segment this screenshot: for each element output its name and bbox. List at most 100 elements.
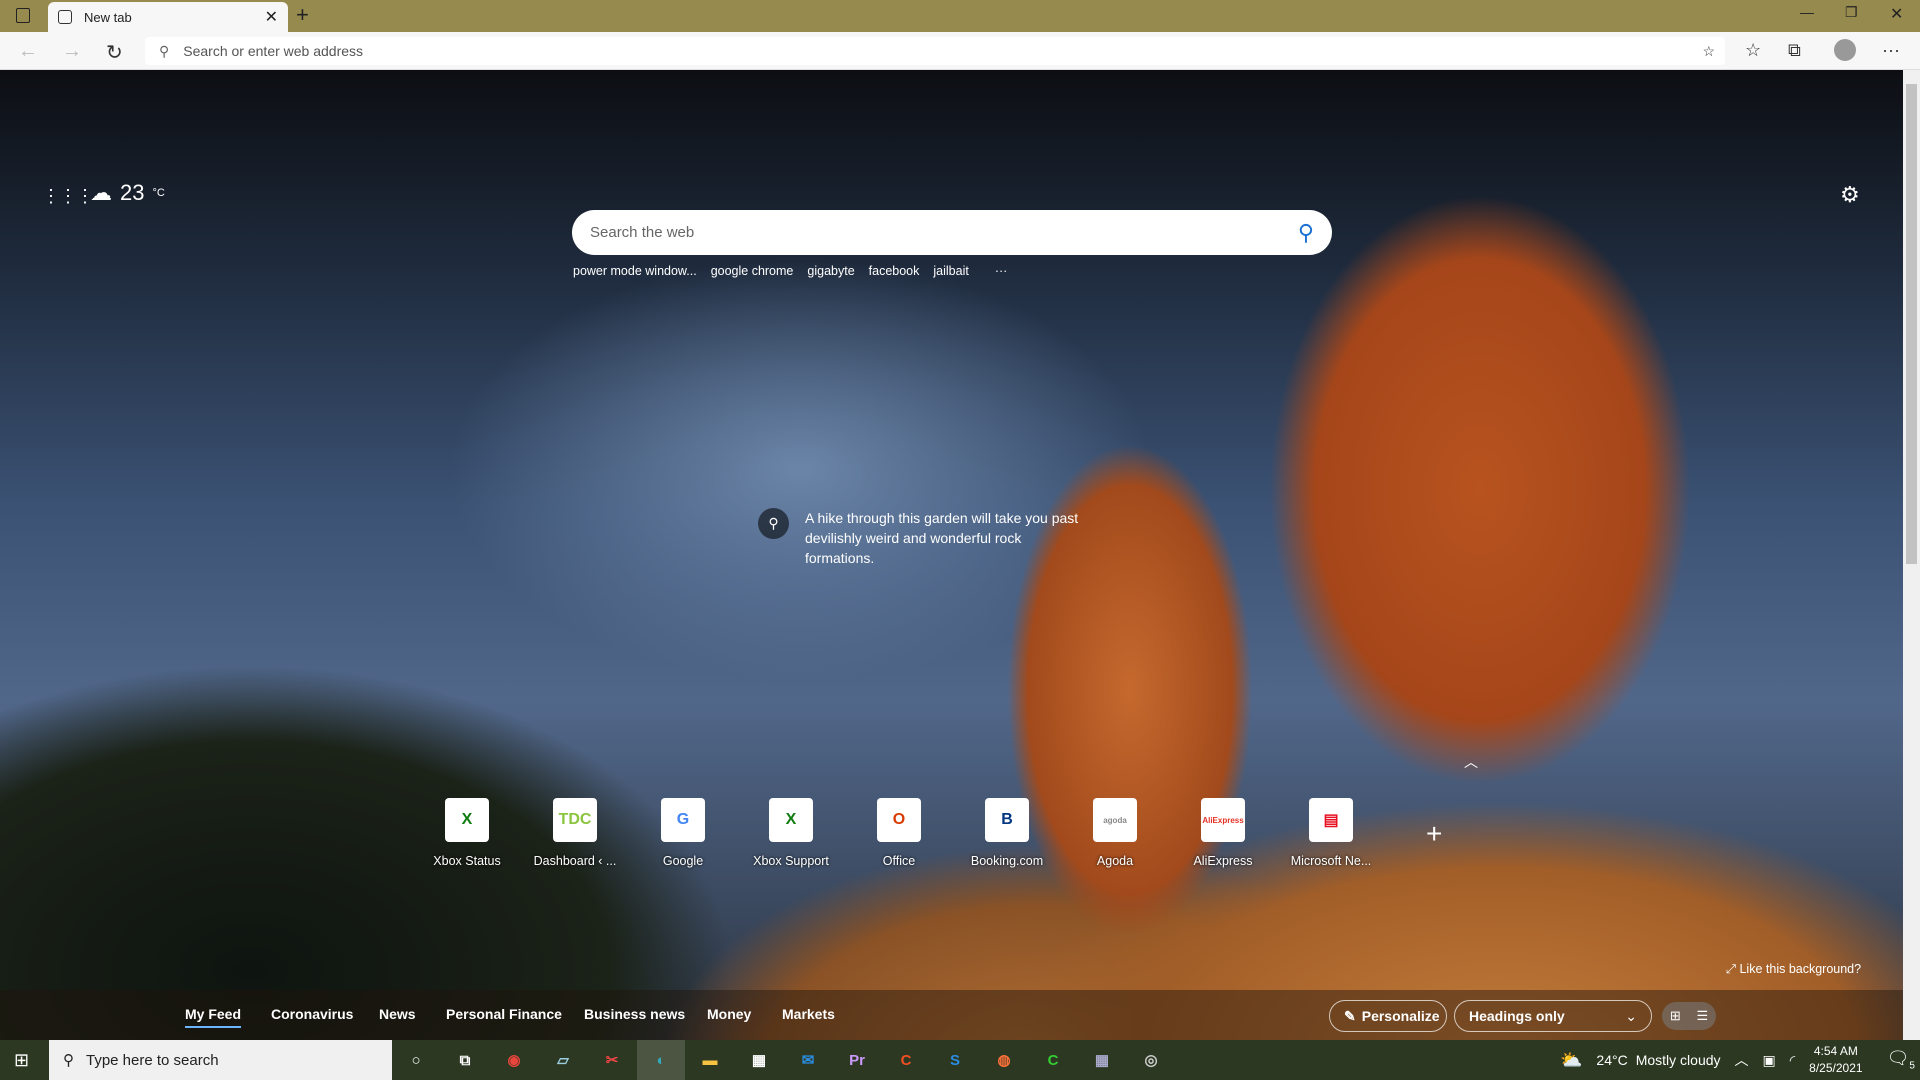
quick-link-label: Google [662, 854, 704, 868]
like-background-link[interactable]: ⤢ Like this background? [1726, 962, 1861, 977]
quick-link-icon: X [445, 798, 489, 842]
show-hidden-icons-chevron-icon[interactable]: ︿ [1735, 1050, 1749, 1070]
feed-tab-coronavirus[interactable]: Coronavirus [271, 1006, 353, 1022]
app-launcher-icon[interactable]: ⋮⋮⋮ [42, 186, 94, 207]
new-tab-page: ⋮⋮⋮ ☁ 23 °C ⚙ Search the web ⚲ power mode… [0, 70, 1903, 1040]
search-placeholder: Search the web [590, 224, 695, 241]
add-favorite-icon[interactable]: ☆ [1702, 43, 1715, 60]
quick-link[interactable]: O Office [845, 798, 953, 868]
quick-link-icon: X [769, 798, 813, 842]
edge-icon[interactable]: ◐ [637, 1040, 685, 1080]
meet-now-icon[interactable]: ▣ [1763, 1052, 1776, 1069]
more-menu-icon[interactable]: ··· [1882, 40, 1900, 61]
quick-link[interactable]: TDC Dashboard ‹ ... [521, 798, 629, 868]
premiere-icon[interactable]: Pr [833, 1040, 881, 1080]
image-info: ⚲ A hike through this garden will take y… [758, 508, 1088, 568]
tab-new-tab[interactable]: New tab ✕ [48, 2, 288, 32]
notepad-icon[interactable]: ▱ [539, 1040, 587, 1080]
grid-view-icon[interactable]: ⊞ [1670, 1008, 1681, 1024]
quick-link[interactable]: ▤ Microsoft Ne... [1277, 798, 1385, 868]
snagit-icon[interactable]: S [931, 1040, 979, 1080]
new-tab-button[interactable]: + [296, 2, 309, 28]
settings-gear-icon[interactable]: ⚙ [1840, 182, 1860, 208]
minimize-button[interactable]: — [1800, 4, 1814, 20]
quick-link-label: Microsoft Ne... [1290, 854, 1372, 868]
cortana-icon[interactable]: ○ [392, 1040, 440, 1080]
quick-link[interactable]: agoda Agoda [1061, 798, 1169, 868]
quick-link[interactable]: G Google [629, 798, 737, 868]
personalize-button[interactable]: ✎ Personalize [1329, 1000, 1447, 1032]
suggestion[interactable]: google chrome [711, 264, 794, 278]
feed-tab-markets[interactable]: Markets [782, 1006, 835, 1022]
windows-start-icon[interactable]: ⊞ [14, 1050, 29, 1071]
feed-tab-personal-finance[interactable]: Personal Finance [446, 1006, 562, 1022]
camtasia-icon[interactable]: C [882, 1040, 930, 1080]
feed-tab-business-news[interactable]: Business news [584, 1006, 685, 1022]
snipping-tool-icon[interactable]: ✂ [588, 1040, 636, 1080]
quick-link[interactable]: X Xbox Status [413, 798, 521, 868]
feed-tab-my-feed[interactable]: My Feed [185, 1006, 242, 1028]
tray-weather-text[interactable]: Mostly cloudy [1636, 1052, 1721, 1068]
quick-link-label: Xbox Status [433, 854, 501, 868]
list-view-icon[interactable]: ☰ [1696, 1008, 1708, 1024]
add-quick-link-button[interactable]: + [1426, 818, 1442, 850]
favorites-icon[interactable]: ☆ [1745, 40, 1761, 61]
close-tab-icon[interactable]: ✕ [265, 7, 278, 27]
date: 8/25/2021 [1809, 1061, 1863, 1075]
mail-icon[interactable]: ✉ [784, 1040, 832, 1080]
quick-link[interactable]: B Booking.com [953, 798, 1061, 868]
collapse-chevron-icon[interactable]: ︿ [1464, 752, 1478, 772]
image-description[interactable]: A hike through this garden will take you… [805, 508, 1088, 568]
scrollbar[interactable] [1903, 70, 1920, 1040]
layout-select-value: Headings only [1469, 1008, 1565, 1024]
web-search-box[interactable]: Search the web ⚲ [572, 210, 1332, 255]
restore-button[interactable]: ❐ [1845, 4, 1858, 21]
feed-tab-news[interactable]: News [379, 1006, 416, 1022]
quick-link-label: Dashboard ‹ ... [533, 854, 617, 868]
clock[interactable]: 4:54 AM 8/25/2021 [1809, 1043, 1862, 1077]
image-search-icon[interactable]: ⚲ [758, 508, 789, 539]
suggestion[interactable]: power mode window... [573, 264, 697, 278]
tab-actions-icon[interactable] [16, 8, 30, 23]
expand-icon: ⤢ [1726, 962, 1740, 976]
back-button[interactable]: ← [18, 40, 38, 63]
refresh-button[interactable]: ↻ [106, 40, 123, 65]
firefox-icon[interactable]: ◍ [980, 1040, 1028, 1080]
quick-link-icon: AliExpress [1201, 798, 1245, 842]
wifi-icon[interactable]: ◜ [1790, 1052, 1795, 1069]
notifications-icon[interactable]: 🗨5 [1887, 1048, 1915, 1072]
suggestion[interactable]: jailbait [933, 264, 968, 278]
quick-link-label: AliExpress [1193, 854, 1253, 868]
file-explorer-icon[interactable]: ▬ [686, 1040, 734, 1080]
like-background-text: Like this background? [1739, 962, 1862, 976]
quick-link-label: Booking.com [970, 854, 1044, 868]
weather-cloud-icon[interactable]: ⛅ [1560, 1050, 1582, 1071]
address-bar[interactable]: ⚲ Search or enter web address ☆ [145, 37, 1725, 65]
more-suggestions-icon[interactable]: ··· [995, 264, 1008, 278]
search-icon[interactable]: ⚲ [1298, 220, 1314, 246]
close-window-button[interactable]: ✕ [1890, 4, 1903, 24]
calculator-icon[interactable]: ▦ [1078, 1040, 1126, 1080]
layout-select[interactable]: Headings only ⌄ [1454, 1000, 1652, 1032]
collections-icon[interactable]: ⧉ [1788, 40, 1801, 61]
task-view-icon[interactable]: ⧉ [441, 1040, 489, 1080]
time: 4:54 AM [1813, 1044, 1858, 1058]
quick-link[interactable]: AliExpress AliExpress [1169, 798, 1277, 868]
scrollbar-thumb[interactable] [1906, 84, 1917, 564]
suggestion[interactable]: gigabyte [807, 264, 854, 278]
quick-link-icon: G [661, 798, 705, 842]
weather-widget[interactable]: ☁ 23 °C [90, 180, 165, 206]
suggestion[interactable]: facebook [869, 264, 920, 278]
quick-link-icon: ▤ [1309, 798, 1353, 842]
feed-bar: My Feed Coronavirus News Personal Financ… [0, 990, 1903, 1040]
feed-tab-money[interactable]: Money [707, 1006, 751, 1022]
quick-link[interactable]: X Xbox Support [737, 798, 845, 868]
camtasia-green-icon[interactable]: C [1029, 1040, 1077, 1080]
tray-weather-temp[interactable]: 24°C [1596, 1052, 1627, 1068]
chrome-icon[interactable]: ◉ [490, 1040, 538, 1080]
obs-icon[interactable]: ◎ [1127, 1040, 1175, 1080]
taskbar-search[interactable]: ⚲ Type here to search [49, 1040, 392, 1080]
store-icon[interactable]: ▦ [735, 1040, 783, 1080]
profile-avatar[interactable] [1834, 39, 1856, 61]
forward-button[interactable]: → [62, 40, 82, 63]
